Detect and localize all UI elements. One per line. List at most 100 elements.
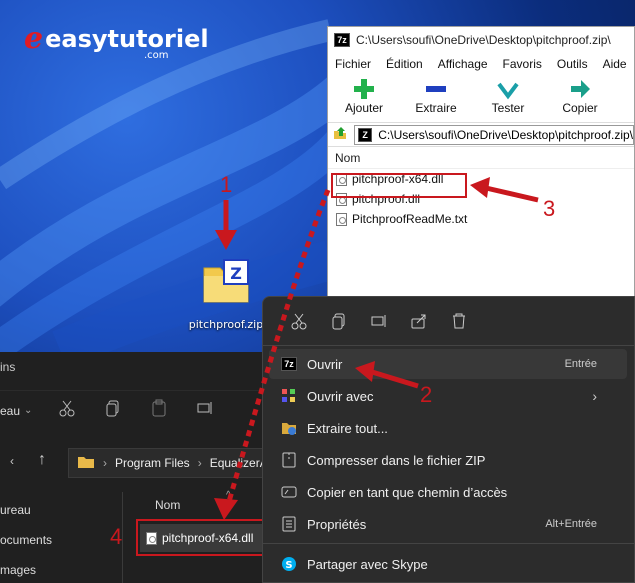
sevenzip-toolbar: Ajouter Extraire Tester Copier [328,75,634,123]
share-icon[interactable] [399,312,439,330]
up-folder-icon[interactable] [332,125,348,145]
menu-separator [263,543,635,544]
menu-outils[interactable]: Outils [550,57,596,71]
extract-icon [281,420,297,436]
menu-item-shortcut: Entrée [564,358,597,370]
explorer-title: ins [0,360,16,374]
sidebar-item-desktop[interactable]: ureau [0,500,52,530]
desktop-zip-file[interactable]: Z pitchproof.zip [186,258,266,331]
view-menu-label[interactable]: eau [0,404,20,418]
properties-icon [281,516,297,532]
menu-item-label: Extraire tout... [307,420,388,436]
up-arrow-icon[interactable]: ↑ [38,451,46,469]
menu-item-label: Copier en tant que chemin d’accès [307,484,508,500]
sevenzip-path-input[interactable]: Z C:\Users\soufi\OneDrive\Desktop\pitchp… [354,124,634,145]
logo-e-mark: e [24,21,44,56]
rename-icon[interactable] [196,399,214,422]
sidebar-item-documents[interactable]: ocuments [0,530,52,560]
menu-item-copier-chemin[interactable]: Copier en tant que chemin d’accès [269,477,627,507]
test-label: Tester [491,101,525,115]
zip-icon [281,452,297,468]
cut-icon[interactable] [58,399,76,422]
chevron-right-icon: › [197,456,202,470]
brand-name: easytutoriel [45,25,209,53]
menu-separator [263,345,635,346]
add-button[interactable]: Ajouter [328,75,400,122]
menu-item-label: Compresser dans le fichier ZIP [307,452,486,468]
extract-label: Extraire [415,101,457,115]
menu-item-proprietes[interactable]: Propriétés Alt+Entrée [269,509,627,539]
add-label: Ajouter [344,101,384,115]
menu-item-skype[interactable]: S Partager avec Skype [269,549,627,579]
sort-up-icon: ^ [226,490,231,501]
minus-icon [425,77,447,101]
highlight-box-step4 [136,519,266,556]
menu-item-label: Ouvrir [307,356,343,372]
cut-icon[interactable] [279,312,319,330]
menu-favoris[interactable]: Favoris [496,57,550,71]
brand-logo: e easytutoriel .com [24,21,209,62]
test-button[interactable]: Tester [472,75,544,122]
menu-item-ouvrir-avec[interactable]: Ouvrir avec › [269,381,627,411]
rename-icon[interactable] [359,312,399,330]
folder-icon [77,455,95,472]
menu-fichier[interactable]: Fichier [328,57,379,71]
chevron-right-icon: › [592,388,597,404]
brand-domain: .com [144,50,169,61]
menu-item-label: Partager avec Skype [307,556,428,572]
chevron-right-icon: › [103,456,107,470]
step-number-3: 3 [543,196,556,221]
archive-file-row[interactable]: PitchproofReadMe.txt [328,209,634,229]
sidebar-item-images[interactable]: mages [0,560,52,583]
sevenzip-title: C:\Users\soufi\OneDrive\Desktop\pitchpro… [356,33,611,47]
extract-button[interactable]: Extraire [400,75,472,122]
sevenzip-titlebar: 7z C:\Users\soufi\OneDrive\Desktop\pitch… [328,27,634,53]
explorer-sidebar: ureau ocuments mages [0,500,52,583]
copy-label: Copier [562,101,598,115]
context-menu: 7z Ouvrir Entrée Ouvrir avec › Extraire … [262,296,635,583]
delete-icon[interactable] [439,312,479,330]
txt-file-icon [336,212,347,226]
column-header-name[interactable]: Nom [328,147,634,169]
sevenzip-address-bar: Z C:\Users\soufi\OneDrive\Desktop\pitchp… [328,123,634,147]
check-icon [497,77,519,101]
svg-text:S: S [285,560,292,571]
open-with-icon [281,388,297,404]
chevron-left-icon[interactable]: ‹ [10,454,14,468]
menu-edition[interactable]: Édition [379,57,431,71]
desktop-icon-label: pitchproof.zip [188,318,264,331]
step-number-1: 1 [220,172,233,197]
archive-file-name: PitchproofReadMe.txt [352,212,468,226]
copy-icon[interactable] [319,312,359,330]
highlight-box-step3 [331,173,467,198]
svg-text:Z: Z [230,264,242,283]
paste-icon[interactable] [150,399,168,422]
zip-path-icon: Z [358,127,373,142]
skype-icon: S [281,556,297,572]
menu-aide[interactable]: Aide [596,57,635,71]
sevenzip-path-text: C:\Users\soufi\OneDrive\Desktop\pitchpro… [378,127,633,142]
path-segment[interactable]: Program Files [115,456,190,470]
chevron-down-icon[interactable]: ⌄ [24,405,32,416]
sevenzip-icon: 7z [334,33,350,47]
step-number-2: 2 [420,382,433,407]
step-number-4: 4 [110,524,123,549]
explorer-column-name[interactable]: Nom [155,498,180,512]
arrow-right-icon [569,77,591,101]
copy-icon[interactable] [104,399,122,422]
menu-item-ouvrir[interactable]: 7z Ouvrir Entrée [269,349,627,379]
context-menu-quick-actions [263,297,634,345]
copy-path-icon [281,484,297,500]
menu-item-shortcut: Alt+Entrée [545,518,597,530]
menu-affichage[interactable]: Affichage [431,57,496,71]
menu-item-label: Ouvrir avec [307,388,374,404]
sevenzip-badge: 7z [281,357,297,371]
menu-item-label: Propriétés [307,516,367,532]
zip-folder-icon: Z [200,258,252,306]
plus-icon [353,77,375,101]
copy-button[interactable]: Copier [544,75,616,122]
path-segment[interactable]: EqualizerA [210,456,268,470]
menu-item-extraire-tout[interactable]: Extraire tout... [269,413,627,443]
sevenzip-menubar: Fichier Édition Affichage Favoris Outils… [328,53,634,75]
menu-item-compresser[interactable]: Compresser dans le fichier ZIP [269,445,627,475]
